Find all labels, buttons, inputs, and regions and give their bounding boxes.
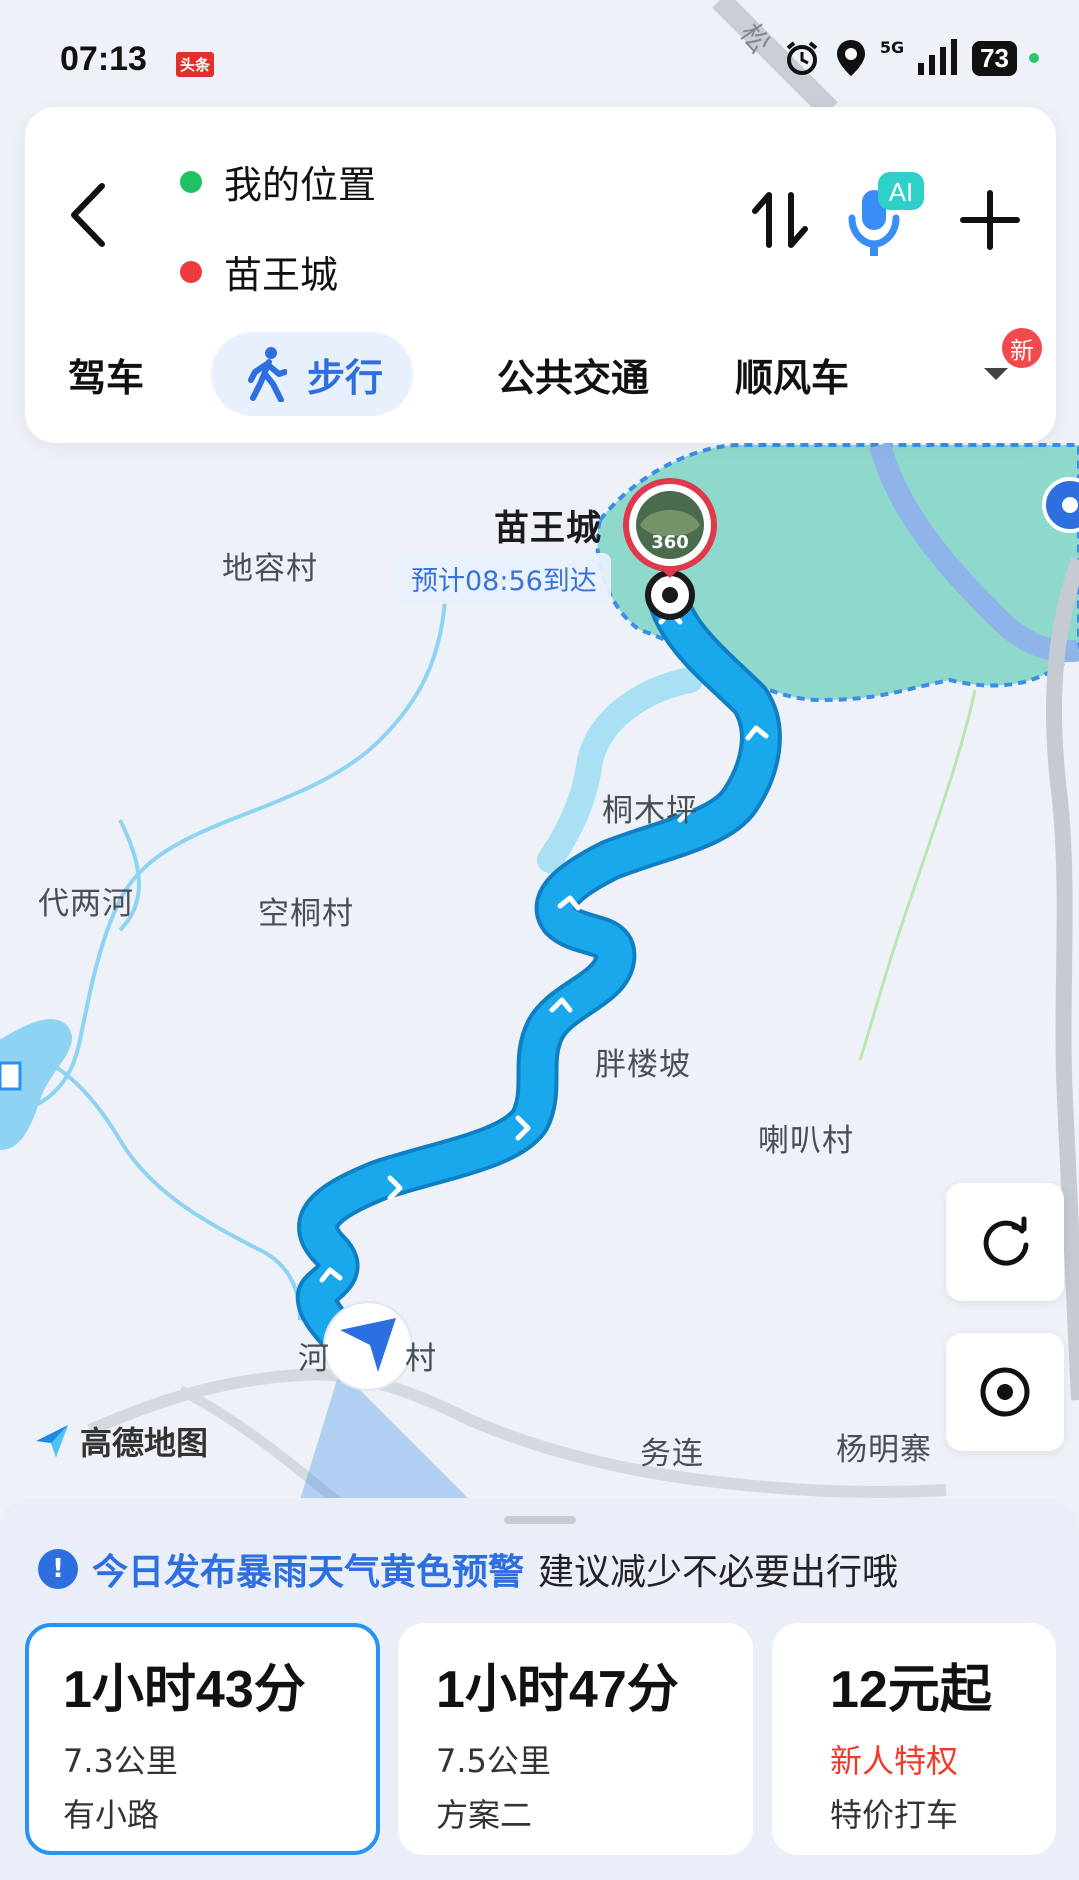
tab-drive[interactable]: 驾车 — [68, 332, 144, 416]
swap-icon — [752, 192, 808, 248]
place-label: 喇叭村 — [758, 1123, 854, 1159]
poi-square — [0, 1061, 22, 1091]
status-icons: 5G 73 — [782, 38, 1039, 78]
route-option-2[interactable]: 1小时47分 7.5公里 方案二 — [398, 1623, 753, 1855]
place-label: 杨明寨 — [836, 1432, 932, 1468]
walking-icon — [248, 347, 287, 402]
route-distance: 7.3公里 — [63, 1742, 178, 1780]
origin-row[interactable]: 我的位置 — [180, 154, 376, 209]
locate-button[interactable] — [946, 1333, 1064, 1451]
route-duration: 1小时47分 — [436, 1661, 679, 1719]
place-label: 村 — [405, 1341, 437, 1377]
tab-walk[interactable]: 步行 — [211, 332, 414, 416]
map-brand: 高德地图 — [32, 1418, 208, 1464]
ai-voice-button[interactable]: AI — [838, 170, 938, 260]
locate-icon — [980, 1367, 1030, 1417]
tab-label: 公共交通 — [497, 355, 650, 400]
place-label: 桐木坪 — [602, 793, 698, 829]
route-option-1[interactable]: 1小时43分 7.3公里 有小路 — [25, 1623, 380, 1855]
route-note: 有小路 — [63, 1796, 160, 1834]
tab-label: 顺风车 — [735, 355, 850, 400]
privacy-indicator — [1029, 53, 1039, 63]
destination-label: 苗王城 — [224, 253, 339, 297]
status-bar: 07:13 头条 5G 73 — [0, 0, 1079, 110]
battery-level: 73 — [972, 40, 1017, 76]
place-label: 胖楼坡 — [595, 1047, 691, 1083]
location-icon — [836, 40, 865, 76]
route-note: 方案二 — [436, 1796, 533, 1834]
tab-label: 驾车 — [68, 355, 145, 400]
origin-label: 我的位置 — [224, 163, 377, 207]
warning-title: 今日发布暴雨天气黄色预警 — [92, 1552, 525, 1593]
brand-name: 高德地图 — [80, 1424, 209, 1462]
weather-warning[interactable]: ! 今日发布暴雨天气黄色预警 建议减少不必要出行哦 — [38, 1543, 898, 1595]
gaode-logo-icon — [36, 1425, 68, 1457]
refresh-button[interactable] — [946, 1183, 1064, 1301]
origin-dot — [180, 170, 202, 193]
place-label: 务连 — [640, 1436, 704, 1472]
place-label: 空桐村 — [258, 896, 354, 932]
back-button[interactable] — [58, 175, 118, 255]
tab-transit[interactable]: 公共交通 — [497, 332, 649, 416]
taxi-price: 12元起 — [830, 1661, 992, 1719]
svg-text:AI: AI — [889, 177, 914, 207]
plus-icon — [960, 190, 1020, 250]
poi-marker — [1042, 477, 1079, 533]
chevron-left-icon — [71, 183, 105, 247]
current-location-marker — [323, 1301, 413, 1391]
taxi-option[interactable]: 12元起 新人特权 特价打车 — [772, 1623, 1056, 1855]
status-time: 07:13 — [60, 40, 147, 78]
new-badge: 新 — [1000, 326, 1044, 370]
route-duration: 1小时43分 — [63, 1661, 306, 1719]
eta-tag: 预计08:56到达 — [397, 553, 611, 604]
destination-row[interactable]: 苗王城 — [180, 244, 338, 299]
warning-advice: 建议减少不必要出行哦 — [538, 1552, 899, 1593]
travel-mode-tabs: 驾车 步行 公共交通 顺风车 — [0, 332, 1079, 416]
taxi-note: 特价打车 — [830, 1796, 959, 1834]
drag-handle[interactable] — [504, 1516, 576, 1524]
svg-text:360: 360 — [651, 532, 689, 553]
place-label: 河 — [298, 1341, 330, 1377]
tab-carpool[interactable]: 顺风车 — [735, 332, 849, 416]
place-label: 地容村 — [222, 551, 318, 587]
destination-dot — [180, 260, 202, 283]
alarm-icon — [786, 41, 818, 75]
add-waypoint-button[interactable] — [955, 185, 1025, 255]
toutiao-badge: 头条 — [176, 52, 215, 77]
ai-microphone-icon: AI — [848, 172, 924, 256]
tab-label: 步行 — [307, 355, 384, 400]
refresh-icon — [983, 1216, 1029, 1266]
place-label: 代两河 — [38, 886, 134, 922]
signal-icon — [918, 39, 958, 75]
alert-icon: ! — [38, 1549, 78, 1589]
chevron-down-icon — [984, 368, 1008, 380]
bottom-sheet: ! 今日发布暴雨天气黄色预警 建议减少不必要出行哦 1小时43分 7.3公里 有… — [0, 1498, 1079, 1880]
network-label: 5G — [879, 38, 905, 57]
taxi-promo: 新人特权 — [830, 1742, 959, 1780]
destination-map-label: 苗王城 — [494, 509, 603, 549]
route-distance: 7.5公里 — [436, 1742, 551, 1780]
swap-button[interactable] — [745, 185, 815, 255]
